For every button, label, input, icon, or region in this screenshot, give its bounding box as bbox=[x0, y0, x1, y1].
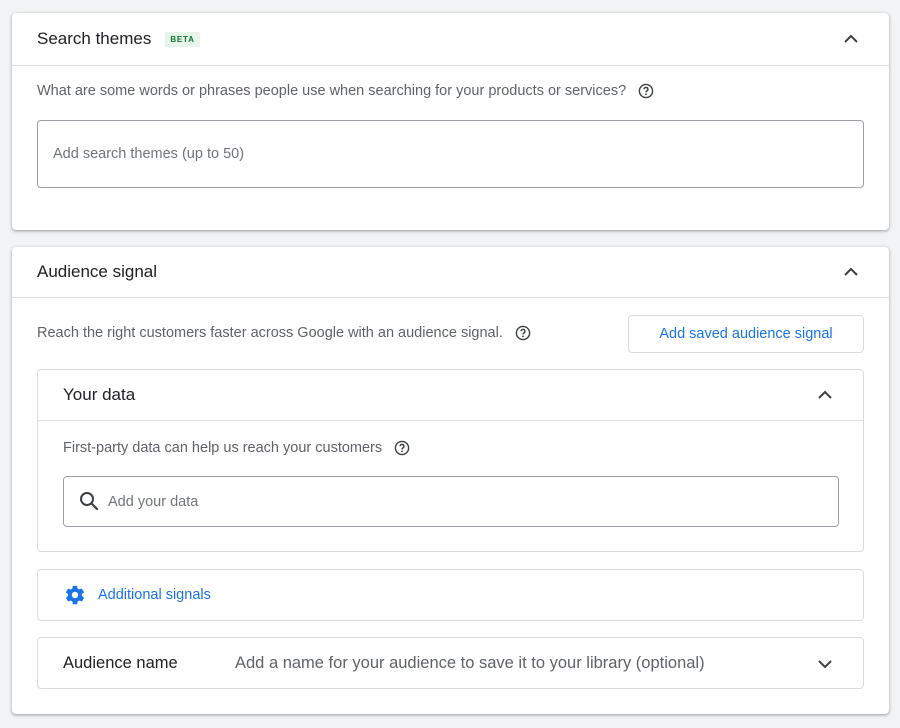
chevron-down-icon[interactable] bbox=[813, 652, 837, 676]
audience-signal-header[interactable]: Audience signal bbox=[12, 247, 889, 298]
your-data-input[interactable] bbox=[63, 476, 839, 527]
add-saved-audience-signal-button[interactable]: Add saved audience signal bbox=[628, 315, 864, 353]
search-themes-card: Search themes BETA What are some words o… bbox=[12, 13, 889, 230]
your-data-panel: Your data First-party data can help us r… bbox=[37, 369, 864, 552]
gear-icon bbox=[64, 584, 86, 606]
your-data-header[interactable]: Your data bbox=[38, 370, 863, 421]
audience-name-placeholder: Add a name for your audience to save it … bbox=[235, 653, 705, 672]
search-themes-question: What are some words or phrases people us… bbox=[37, 83, 627, 99]
your-data-input-wrapper bbox=[63, 476, 839, 527]
search-themes-input[interactable] bbox=[37, 120, 864, 188]
help-circle-icon[interactable] bbox=[394, 440, 410, 456]
help-circle-icon[interactable] bbox=[515, 325, 531, 341]
your-data-description-row: First-party data can help us reach your … bbox=[63, 440, 410, 456]
additional-signals-label: Additional signals bbox=[98, 587, 211, 603]
audience-name-row[interactable]: Audience name Add a name for your audien… bbox=[37, 637, 864, 689]
help-circle-icon[interactable] bbox=[638, 83, 654, 99]
additional-signals-row[interactable]: Additional signals bbox=[37, 569, 864, 621]
your-data-title: Your data bbox=[63, 385, 136, 404]
chevron-up-icon[interactable] bbox=[839, 260, 863, 284]
search-themes-header[interactable]: Search themes BETA bbox=[12, 13, 889, 66]
audience-name-label: Audience name bbox=[63, 653, 178, 672]
chevron-up-icon[interactable] bbox=[839, 27, 863, 51]
audience-signal-card: Audience signal Reach the right customer… bbox=[12, 247, 889, 714]
search-themes-question-row: What are some words or phrases people us… bbox=[37, 83, 654, 99]
audience-signal-title: Audience signal bbox=[37, 262, 158, 281]
audience-signal-description: Reach the right customers faster across … bbox=[37, 325, 503, 341]
search-themes-title: Search themes bbox=[37, 29, 152, 48]
audience-signal-description-row: Reach the right customers faster across … bbox=[37, 325, 531, 341]
your-data-description: First-party data can help us reach your … bbox=[63, 440, 383, 456]
beta-badge: BETA bbox=[165, 31, 200, 47]
chevron-up-icon[interactable] bbox=[813, 383, 837, 407]
